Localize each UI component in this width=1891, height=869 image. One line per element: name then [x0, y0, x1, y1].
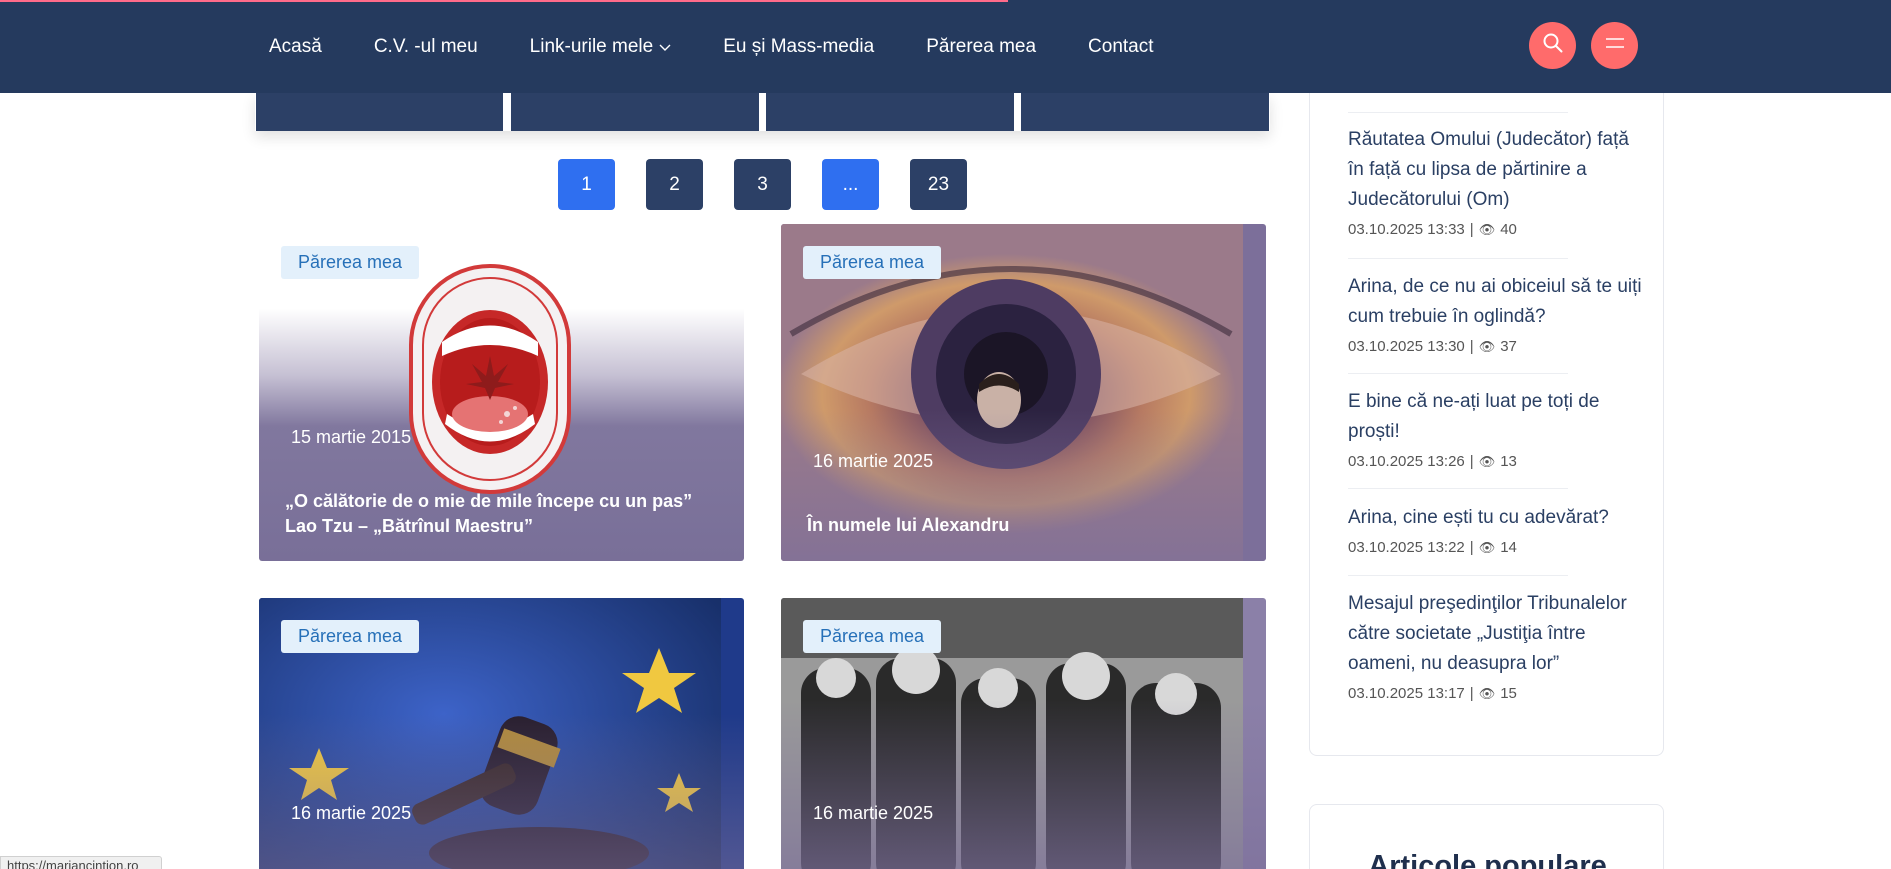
meta-separator: | — [1469, 221, 1474, 238]
eye-icon: 👁 — [1478, 685, 1496, 701]
card-footer[interactable] — [766, 93, 1014, 131]
meta-separator: | — [1469, 539, 1474, 556]
category-badge[interactable]: Părerea mea — [803, 246, 942, 279]
meta-separator: | — [1469, 685, 1474, 702]
hamburger-menu-icon — [1604, 36, 1626, 55]
nav-item-label: Eu și Mass-media — [723, 35, 875, 57]
post-views: 37 — [1500, 338, 1517, 355]
page-link-23[interactable]: 23 — [910, 159, 967, 210]
sidebar-post-item[interactable]: Arina, cine ești tu cu adevărat? 03.10.2… — [1348, 503, 1648, 556]
sidebar-post-title[interactable]: Arina, de ce nu ai obiceiul să te uiți c… — [1348, 272, 1648, 332]
meta-separator: | — [1469, 338, 1474, 355]
browser-status-url: https://mariancintion.ro — [0, 856, 162, 869]
sidebar-post-meta: 03.10.2025 13:33 | 👁 40 — [1348, 221, 1648, 238]
sidebar-post-title[interactable]: E bine că ne-ați luat pe toți de proști! — [1348, 387, 1648, 447]
category-badge[interactable]: Părerea mea — [281, 620, 420, 653]
page-link-1[interactable]: 1 — [558, 159, 615, 210]
divider — [1348, 258, 1568, 259]
card-footer[interactable] — [1021, 93, 1269, 131]
divider — [1348, 488, 1568, 489]
article-card[interactable]: Părerea mea 16 martie 2025 — [781, 598, 1266, 869]
drug-test-seal-image — [409, 264, 571, 499]
divider — [1348, 373, 1568, 374]
page-link-2[interactable]: 2 — [646, 159, 703, 210]
sidebar-post-item[interactable]: E bine că ne-ați luat pe toți de proști!… — [1348, 387, 1648, 470]
article-title[interactable]: „O călătorie de o mie de mile începe cu … — [285, 489, 725, 539]
menu-button[interactable] — [1591, 22, 1638, 69]
post-date: 03.10.2025 13:17 — [1348, 685, 1465, 702]
nav-item-label: Părerea mea — [926, 35, 1037, 57]
sidebar-post-title[interactable]: Mesajul preşedinţilor Tribunalelor către… — [1348, 589, 1648, 679]
pagination: 1 2 3 ... 23 — [558, 159, 998, 210]
category-badge[interactable]: Părerea mea — [803, 620, 942, 653]
page-link-3[interactable]: 3 — [734, 159, 791, 210]
article-title-line: În numele lui Alexandru — [807, 515, 1010, 535]
eye-icon: 👁 — [1478, 221, 1496, 237]
article-date: 16 martie 2025 — [813, 803, 934, 823]
sidebar-post-item[interactable]: Mesajul preşedinţilor Tribunalelor către… — [1348, 589, 1648, 702]
nav-item-label: Contact — [1088, 35, 1154, 57]
eye-icon: 👁 — [1478, 453, 1496, 469]
nav-item-label: Link-urile mele — [529, 35, 654, 57]
article-title[interactable]: În numele lui Alexandru — [807, 513, 1247, 538]
nav-item-contact[interactable]: Contact — [1088, 36, 1153, 58]
article-date: 16 martie 2025 — [813, 451, 934, 471]
post-date: 03.10.2025 13:26 — [1348, 453, 1465, 470]
page: Acasă C.V. -ul meu Link-urile mele Eu și… — [0, 0, 1891, 869]
meta-separator: | — [1469, 453, 1474, 470]
sidebar-post-title[interactable]: Arina, cine ești tu cu adevărat? — [1348, 503, 1648, 533]
popular-articles-heading: Articole populare — [1368, 850, 1607, 869]
post-date: 03.10.2025 13:30 — [1348, 338, 1465, 355]
nav-item-parerea-mea[interactable]: Părerea mea — [926, 36, 1036, 58]
chevron-down-icon — [659, 41, 671, 55]
post-date: 03.10.2025 13:22 — [1348, 539, 1465, 556]
top-navbar: Acasă C.V. -ul meu Link-urile mele Eu și… — [0, 0, 1891, 93]
divider — [1348, 575, 1568, 576]
article-card[interactable]: Părerea mea 15 martie 2015 „O călătorie … — [259, 224, 744, 561]
article-card[interactable]: Părerea mea 16 martie 2025 În numele lui… — [781, 224, 1266, 561]
post-views: 40 — [1500, 221, 1517, 238]
sidebar-post-title[interactable]: Răutatea Omului (Judecător) față în față… — [1348, 125, 1648, 215]
divider — [1348, 112, 1568, 113]
nav-item-label: Acasă — [269, 35, 322, 57]
post-views: 14 — [1500, 539, 1517, 556]
article-card[interactable]: Părerea mea 16 martie 2025 — [259, 598, 744, 869]
search-icon — [1542, 32, 1564, 59]
article-date: 15 martie 2015 — [291, 427, 412, 447]
article-title-line: Lao Tzu – „Bătrînul Maestru” — [285, 516, 534, 536]
sidebar-post-meta: 03.10.2025 13:17 | 👁 15 — [1348, 685, 1648, 702]
sidebar-post-item[interactable]: Răutatea Omului (Judecător) față în față… — [1348, 125, 1648, 238]
nav-item-cv[interactable]: C.V. -ul meu — [374, 36, 478, 58]
nav-item-mass-media[interactable]: Eu și Mass-media — [723, 36, 874, 58]
eye-icon: 👁 — [1478, 539, 1496, 555]
card-footer[interactable] — [256, 93, 503, 131]
post-views: 13 — [1500, 453, 1517, 470]
sidebar-post-meta: 03.10.2025 13:26 | 👁 13 — [1348, 453, 1648, 470]
card-footer[interactable] — [511, 93, 759, 131]
sidebar-post-meta: 03.10.2025 13:22 | 👁 14 — [1348, 539, 1648, 556]
main-nav: Acasă C.V. -ul meu Link-urile mele Eu și… — [269, 0, 1206, 93]
article-title-line: „O călătorie de o mie de mile începe cu … — [285, 491, 693, 511]
nav-item-linkuri[interactable]: Link-urile mele — [530, 36, 672, 58]
category-badge[interactable]: Părerea mea — [281, 246, 420, 279]
sidebar-post-item[interactable]: Arina, de ce nu ai obiceiul să te uiți c… — [1348, 272, 1648, 355]
nav-item-label: C.V. -ul meu — [373, 35, 478, 57]
search-button[interactable] — [1529, 22, 1576, 69]
nav-item-acasa[interactable]: Acasă — [269, 36, 322, 58]
article-date: 16 martie 2025 — [291, 803, 412, 823]
eye-icon: 👁 — [1478, 338, 1496, 354]
sidebar-popular-articles: Articole populare — [1309, 804, 1664, 869]
sidebar-post-meta: 03.10.2025 13:30 | 👁 37 — [1348, 338, 1648, 355]
page-link-ellipsis[interactable]: ... — [822, 159, 879, 210]
post-views: 15 — [1500, 685, 1517, 702]
post-date: 03.10.2025 13:33 — [1348, 221, 1465, 238]
